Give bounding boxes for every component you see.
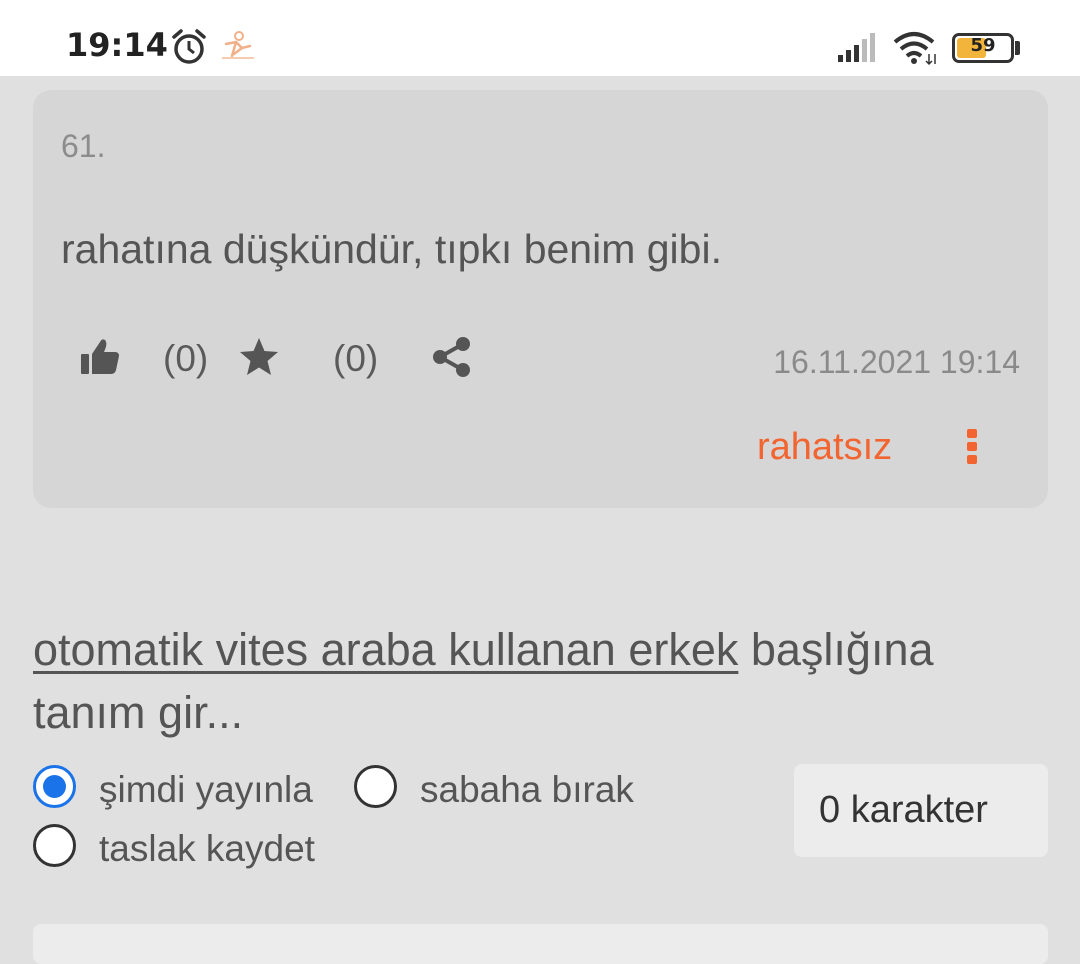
alarm-clock-icon (172, 29, 206, 64)
radio-save-draft[interactable]: taslak kaydet (33, 824, 323, 870)
star-icon[interactable] (237, 336, 281, 378)
status-time: 19:14 (66, 26, 168, 64)
author-link[interactable]: rahatsız (757, 426, 892, 469)
like-count: (0) (163, 338, 209, 379)
radio-button[interactable] (354, 765, 397, 808)
radio-label: şimdi yayınla (99, 769, 313, 810)
entry-action-row: (0) (0) 16.11.2021 19:14 (33, 330, 1048, 390)
character-counter: 0 karakter (794, 764, 1048, 857)
topic-link[interactable]: otomatik vites araba kullanan erkek (33, 624, 738, 675)
radio-leave-for-morning[interactable]: sabaha bırak (354, 765, 644, 811)
compose-prompt: otomatik vites araba kullanan erkek başl… (33, 618, 1048, 744)
entry-editor-textarea[interactable] (33, 924, 1048, 964)
wifi-icon (893, 32, 936, 66)
character-count-text: 0 karakter (819, 789, 988, 831)
battery-icon: 59 (952, 33, 1014, 63)
radio-label: taslak kaydet (99, 828, 315, 869)
share-icon[interactable] (431, 336, 473, 378)
radio-button-checked[interactable] (33, 765, 76, 808)
battery-level-text: 59 (970, 35, 996, 56)
signal-icon (838, 33, 875, 62)
favorite-count: (0) (333, 338, 379, 379)
entry-text: rahatına düşkündür, tıpkı benim gibi. (61, 226, 722, 272)
status-bar: 19:14 59 (0, 0, 1080, 76)
radio-dot (43, 775, 66, 798)
radio-button[interactable] (33, 824, 76, 867)
entry-date: 16.11.2021 19:14 (773, 344, 1020, 380)
more-options-icon[interactable] (965, 428, 979, 466)
battery-tip (1015, 41, 1020, 55)
entry-card: 61. rahatına düşkündür, tıpkı benim gibi… (33, 90, 1048, 508)
radio-publish-now[interactable]: şimdi yayınla (33, 765, 323, 811)
entry-number: 61. (61, 128, 106, 164)
app-notification-icon (222, 31, 254, 59)
thumbs-up-icon[interactable] (79, 336, 121, 376)
radio-label: sabaha bırak (420, 769, 634, 810)
